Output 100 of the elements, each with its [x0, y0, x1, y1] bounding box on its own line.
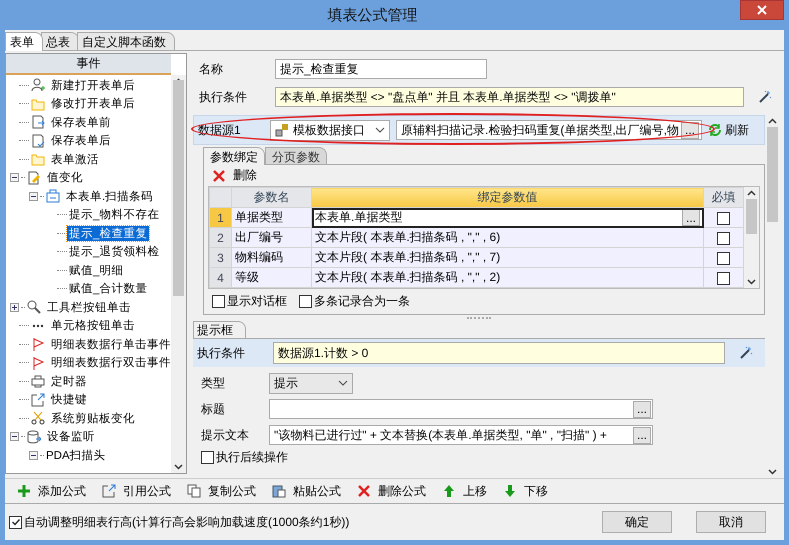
toolbar-button[interactable]: 添加公式: [9, 480, 92, 502]
table-cell[interactable]: 本表单.单据类型 ...: [312, 208, 704, 228]
checkbox[interactable]: [717, 272, 730, 285]
tree-item[interactable]: 提示_物料不存在: [67, 207, 162, 222]
toolbar-button[interactable]: 删除公式: [349, 480, 432, 502]
tree-item[interactable]: 赋值_明细: [67, 262, 126, 278]
tree-item[interactable]: 明细表数据行双击事件: [49, 355, 171, 370]
expander-toggle[interactable]: [10, 432, 19, 442]
toolbar-button[interactable]: 上移: [434, 480, 493, 502]
checkbox[interactable]: [717, 252, 730, 265]
dialog-button[interactable]: 确定: [602, 511, 672, 533]
tree-item[interactable]: 修改打开表单后: [49, 96, 137, 112]
browse-button[interactable]: ...: [632, 400, 651, 418]
column-header: 绑定参数值: [312, 188, 704, 208]
tree-item[interactable]: 提示_检查重复: [67, 226, 150, 241]
tree-item[interactable]: 表单激活: [49, 152, 101, 167]
name-field[interactable]: 提示_检查重复: [275, 59, 487, 79]
checkbox[interactable]: [9, 516, 22, 528]
chevron-down-icon: [375, 127, 385, 133]
expander-toggle[interactable]: [10, 302, 19, 312]
tree-item[interactable]: 赋值_合计数量: [67, 281, 150, 296]
toolbar-button[interactable]: 引用公式: [94, 480, 177, 502]
chevron-up-icon[interactable]: [747, 190, 756, 196]
field-label: 标题: [201, 400, 226, 418]
tree-item[interactable]: 设备监听: [45, 429, 97, 444]
tree-item[interactable]: 系统剪贴板变化: [49, 410, 137, 426]
user-plus-icon: [31, 78, 45, 92]
refresh-icon: [708, 123, 722, 137]
magic-wand-icon[interactable]: [739, 346, 753, 360]
chevron-down-icon[interactable]: [174, 464, 183, 470]
browse-button[interactable]: ...: [680, 122, 699, 138]
checkbox[interactable]: [717, 212, 730, 225]
scrollbar[interactable]: [171, 75, 186, 473]
condition-field[interactable]: 本表单.单据类型 <> "盘点单" 并且 本表单.单据类型 <> "调拨单": [275, 87, 744, 107]
row-header[interactable]: 2: [210, 228, 232, 248]
chevron-up-icon[interactable]: [768, 118, 777, 124]
tab[interactable]: 总表: [41, 32, 79, 50]
chevron-down-icon[interactable]: [747, 279, 756, 285]
table-cell[interactable]: 文本片段( 本表单.扫描条码 , "," , 6): [312, 228, 704, 248]
save-icon: [31, 134, 45, 148]
expander-toggle[interactable]: [29, 192, 38, 201]
table-cell: 单据类型: [232, 208, 312, 228]
tab[interactable]: 表单: [5, 32, 43, 51]
scrollbar[interactable]: [744, 187, 759, 288]
title-field[interactable]: ...: [269, 399, 653, 419]
toolbar-button[interactable]: 复制公式: [179, 480, 262, 502]
tree-item[interactable]: 新建打开表单后: [49, 78, 137, 93]
checkbox[interactable]: [717, 232, 730, 245]
plus-icon: [17, 484, 31, 498]
refresh-button[interactable]: 刷新: [708, 122, 749, 138]
close-button[interactable]: [740, 0, 784, 20]
browse-button[interactable]: ...: [682, 209, 700, 226]
table-cell[interactable]: 文本片段( 本表单.扫描条码 , "," , 2): [312, 268, 704, 288]
chevron-down-icon: [338, 380, 348, 386]
external-link-icon: [102, 484, 116, 498]
checkbox[interactable]: [212, 295, 225, 308]
condition-field[interactable]: 数据源1.计数 > 0: [273, 342, 725, 364]
delete-button[interactable]: 删除: [204, 165, 263, 186]
scissors-icon: [31, 411, 45, 426]
magic-wand-icon[interactable]: [758, 90, 772, 104]
tree-item[interactable]: 明细表数据行单击事件: [49, 336, 171, 352]
row-header[interactable]: 3: [210, 248, 232, 268]
tree-item[interactable]: PDA扫描头: [44, 448, 108, 463]
tab[interactable]: 自定义脚本函数: [77, 32, 175, 50]
tree-item[interactable]: 工具栏按钮单击: [45, 300, 133, 315]
plus-icon: [11, 304, 18, 311]
tree-item[interactable]: 保存表单后: [49, 133, 113, 148]
expander-toggle[interactable]: [29, 450, 38, 460]
tree-item[interactable]: 提示_退货领料检: [67, 244, 162, 260]
tab[interactable]: 参数绑定: [203, 147, 265, 165]
tree-item[interactable]: 值变化: [45, 170, 85, 186]
tree-item[interactable]: 本表单.扫描条码: [64, 188, 156, 204]
table-cell[interactable]: 文本片段( 本表单.扫描条码 , "," , 7): [312, 248, 704, 268]
tree-item[interactable]: 定时器: [49, 374, 89, 389]
table-cell: 物料编码: [232, 248, 312, 268]
prompt-text-field[interactable]: "该物料已进行过" + 文本替换(本表单.单据类型, "单" , "扫描" ) + ...: [269, 425, 653, 445]
toolbar-button[interactable]: 粘贴公式: [264, 480, 347, 502]
tree-item[interactable]: 快捷键: [49, 392, 89, 408]
scroll-thumb[interactable]: [746, 199, 757, 234]
expander-toggle[interactable]: [10, 173, 19, 182]
source-type-dropdown[interactable]: 模板数据接口: [270, 120, 390, 140]
tree-item[interactable]: 单元格按钮单击: [49, 318, 137, 334]
chevron-down-icon[interactable]: [768, 469, 777, 475]
tab[interactable]: 分页参数: [265, 147, 327, 164]
checkbox[interactable]: [201, 451, 214, 464]
scroll-thumb[interactable]: [767, 127, 778, 222]
browse-button[interactable]: ...: [632, 426, 651, 444]
data-source-field[interactable]: 原辅料扫描记录.检验扫码重复(单据类型,出厂编号,物 ...: [396, 120, 702, 140]
column-header: 事件: [6, 54, 171, 75]
dialog-button[interactable]: 取消: [696, 511, 766, 533]
row-header[interactable]: 1: [210, 208, 232, 228]
printer-icon: [31, 374, 45, 388]
scroll-thumb[interactable]: [173, 80, 184, 296]
row-header[interactable]: 4: [210, 268, 232, 288]
tree-item[interactable]: 保存表单前: [49, 114, 113, 130]
external-link-icon: [31, 392, 45, 407]
toolbar-button[interactable]: 下移: [495, 480, 554, 502]
checkbox-label: 显示对话框: [227, 293, 287, 310]
checkbox[interactable]: [299, 295, 312, 308]
type-dropdown[interactable]: 提示: [269, 372, 353, 394]
